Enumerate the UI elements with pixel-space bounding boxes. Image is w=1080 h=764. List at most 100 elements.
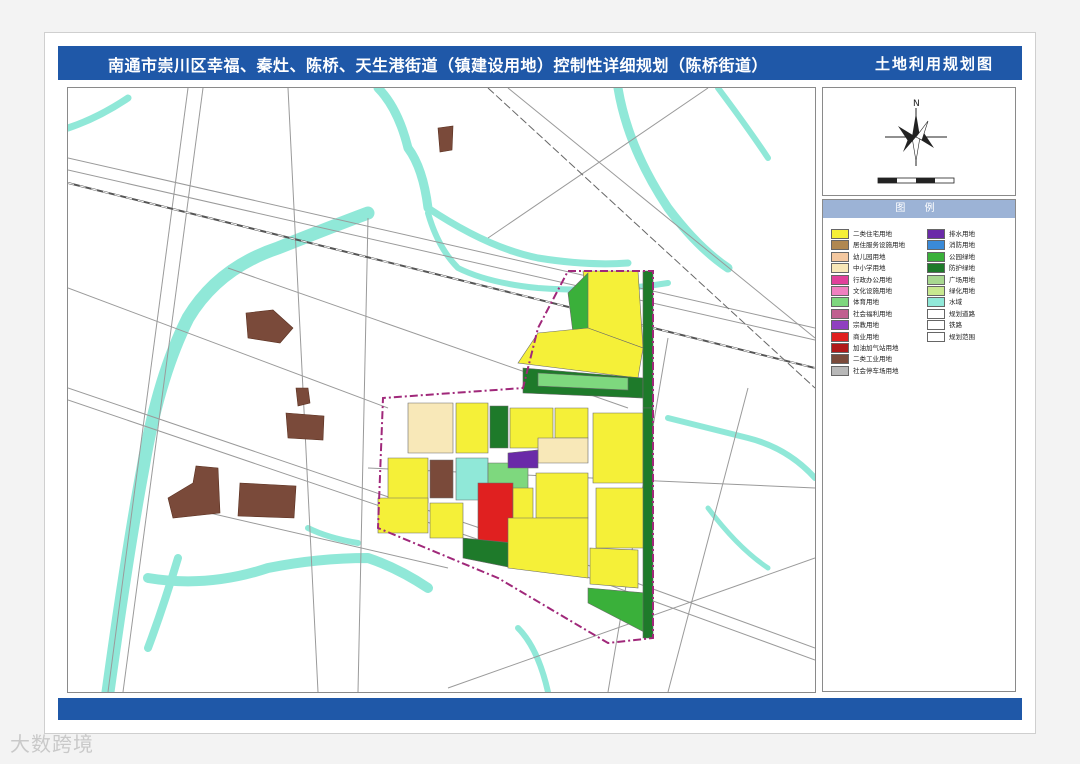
canal-east: [665, 415, 815, 481]
parcel-green-south: [462, 537, 514, 569]
canal-south-east: [515, 625, 551, 692]
legend-item: 宗教用地: [831, 319, 879, 331]
road-layer: [68, 88, 815, 692]
canal-northeast: [613, 88, 733, 273]
land-use-map: [68, 88, 815, 692]
parcel-res-c12: [589, 547, 639, 589]
legend-swatch: [927, 229, 945, 239]
parcel-ind-3: [285, 412, 325, 441]
canal-west-branch: [144, 554, 182, 652]
parcel-res-c8: [595, 487, 649, 549]
legend-label: 公园绿地: [949, 252, 975, 261]
legend-label: 水域: [949, 298, 962, 307]
parcel-res-c4: [592, 412, 644, 484]
legend-panel: 图 例 二类住宅用地 居住服务设施用地 幼儿园用地 中小学用地 行政办公用地 文化设施用地…: [822, 199, 1016, 692]
legend-swatch: [831, 320, 849, 331]
legend-swatch: [831, 229, 849, 239]
parcel-green-c1: [489, 405, 509, 449]
canal-west-main: [101, 206, 375, 692]
legend-swatch: [927, 251, 945, 262]
legend-item: 文化设施用地: [831, 285, 892, 296]
legend-item: 消防用地: [927, 239, 975, 251]
legend-item: 铁路: [927, 319, 962, 331]
parcel-ind-2: [295, 387, 311, 407]
legend-item: 商业用地: [831, 331, 879, 342]
parcel-res-c7: [535, 472, 589, 519]
legend-label: 消防用地: [949, 241, 975, 250]
legend-label: 体育用地: [853, 298, 879, 307]
parcel-ind-6: [437, 125, 454, 153]
parcel-res-c10: [429, 502, 464, 539]
legend-swatch: [927, 320, 945, 331]
legend-item: 水域: [927, 296, 962, 308]
legend-swatch: [831, 240, 849, 251]
legend-label: 社会停车场用地: [853, 366, 899, 375]
legend-swatch: [927, 263, 945, 274]
legend-label: 商业用地: [853, 332, 879, 341]
legend-swatch: [927, 286, 945, 296]
legend-swatch: [831, 331, 849, 342]
legend-label: 社会福利用地: [853, 309, 892, 318]
canal-ne-branch: [715, 88, 771, 161]
legend-item: 社会停车场用地: [831, 365, 899, 376]
legend-item: 二类工业用地: [831, 353, 892, 365]
canal-northwest: [68, 94, 132, 132]
legend-item: 行政办公用地: [831, 274, 892, 285]
legend-label: 广场用地: [949, 275, 975, 284]
map-subtitle: 土地利用规划图: [874, 55, 994, 73]
legend-label: 铁路: [949, 321, 962, 330]
legend-label: 排水用地: [949, 230, 975, 238]
legend-item: 公园绿地: [927, 251, 975, 262]
legend-item: 绿化用地: [927, 285, 975, 296]
legend-swatch: [927, 331, 945, 342]
canal-south: [143, 553, 433, 593]
parcel-res-c1: [455, 402, 489, 454]
legend-item: 体育用地: [831, 296, 879, 308]
legend-item: 加油加气站用地: [831, 342, 899, 353]
map-sheet: 南通市崇川区幸福、秦灶、陈桥、天生港街道（镇建设用地）控制性详细规划（陈桥街道）…: [44, 32, 1036, 734]
legend-swatch: [831, 251, 849, 262]
legend-swatch: [831, 354, 849, 365]
legend-swatch: [831, 274, 849, 285]
parcel-ind-4: [167, 465, 221, 519]
legend-label: 居住服务设施用地: [853, 241, 905, 250]
legend-swatch: [831, 297, 849, 308]
legend-item: 广场用地: [927, 274, 975, 285]
legend-swatch: [831, 343, 849, 353]
parcel-res-c11: [507, 517, 589, 579]
map-canvas[interactable]: [67, 87, 816, 693]
parcel-res-c3: [554, 407, 589, 439]
legend-label: 防护绿地: [949, 264, 975, 273]
legend-swatch: [927, 274, 945, 285]
legend-label: 二类住宅用地: [853, 230, 892, 238]
legend-label: 二类工业用地: [853, 355, 892, 364]
legend-label: 文化设施用地: [853, 287, 892, 295]
parcel-park-south: [587, 587, 647, 634]
legend-item: 规划道路: [927, 308, 975, 319]
map-title: 南通市崇川区幸福、秦灶、陈桥、天生港街道（镇建设用地）控制性详细规划（陈桥街道）: [108, 56, 769, 75]
parcel-drainage: [507, 449, 539, 469]
title-bar: 南通市崇川区幸福、秦灶、陈桥、天生港街道（镇建设用地）控制性详细规划（陈桥街道）…: [58, 46, 1022, 80]
legend-swatch: [831, 286, 849, 296]
legend-header: 图 例: [823, 200, 1015, 218]
parcel-ind-1: [245, 309, 294, 344]
parcel-park-north: [567, 272, 589, 334]
legend-swatch: [831, 365, 849, 376]
canal-sw-branch: [305, 525, 361, 546]
legend-swatch: [927, 308, 945, 319]
parcel-res-c5: [387, 457, 429, 504]
canal-north: [373, 88, 433, 213]
compass-svg: N: [877, 99, 955, 184]
parcel-green-east: [642, 407, 654, 639]
parcel-school: [407, 402, 454, 454]
parcel-green-edge: [642, 270, 654, 409]
legend-label: 行政办公用地: [853, 275, 892, 284]
legend-item: 二类住宅用地: [831, 228, 892, 239]
legend-label: 规划范围: [949, 332, 975, 341]
legend-swatch: [831, 308, 849, 319]
legend-item: 中小学用地: [831, 262, 886, 274]
parcel-res-c9: [377, 497, 429, 534]
legend-label: 中小学用地: [853, 264, 886, 273]
legend-item: 居住服务设施用地: [831, 239, 905, 251]
legend-label: 宗教用地: [853, 321, 879, 330]
